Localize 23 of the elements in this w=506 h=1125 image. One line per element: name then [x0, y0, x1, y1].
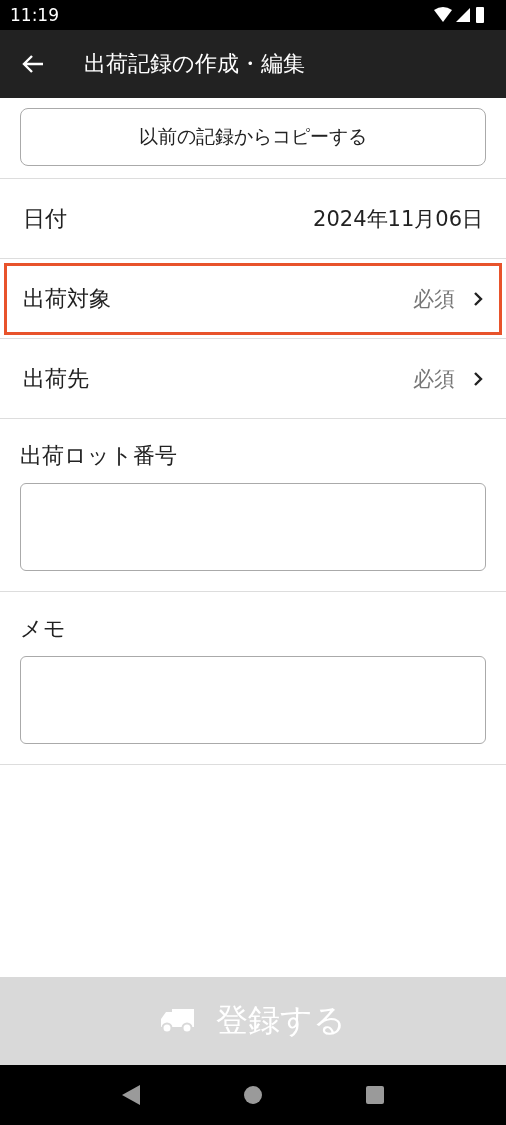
form-row[interactable]: 出荷先 必須 — [4, 342, 502, 415]
field-label: 出荷ロット番号 — [20, 442, 178, 470]
form-row[interactable]: 日付 2024年11月06日 — [4, 182, 502, 255]
chevron-right-icon — [473, 370, 483, 387]
required-hint: 必須 — [413, 365, 455, 393]
date-value[interactable]: 2024年11月06日 — [313, 204, 483, 233]
field-label: 出荷対象 — [23, 284, 111, 313]
required-hint: 必須 — [413, 285, 455, 313]
home-nav-icon[interactable] — [244, 1086, 262, 1104]
status-time: 11:19 — [10, 5, 59, 25]
highlight-frame[interactable]: 出荷対象 必須 — [4, 262, 502, 335]
copy-button[interactable]: 以前の記録からコピーする — [20, 108, 486, 166]
field-label: 出荷先 — [23, 364, 89, 393]
field-label: メモ — [20, 615, 67, 643]
screen-title: 出荷記録の作成・編集 — [84, 50, 305, 78]
back-nav-icon[interactable] — [122, 1085, 140, 1105]
back-icon[interactable] — [22, 54, 44, 74]
input-field[interactable] — [20, 483, 486, 571]
input-field[interactable] — [20, 656, 486, 744]
chevron-right-icon — [473, 290, 483, 307]
truck-icon — [160, 1007, 196, 1035]
field-label: 日付 — [23, 204, 67, 233]
status-icons — [434, 6, 486, 24]
